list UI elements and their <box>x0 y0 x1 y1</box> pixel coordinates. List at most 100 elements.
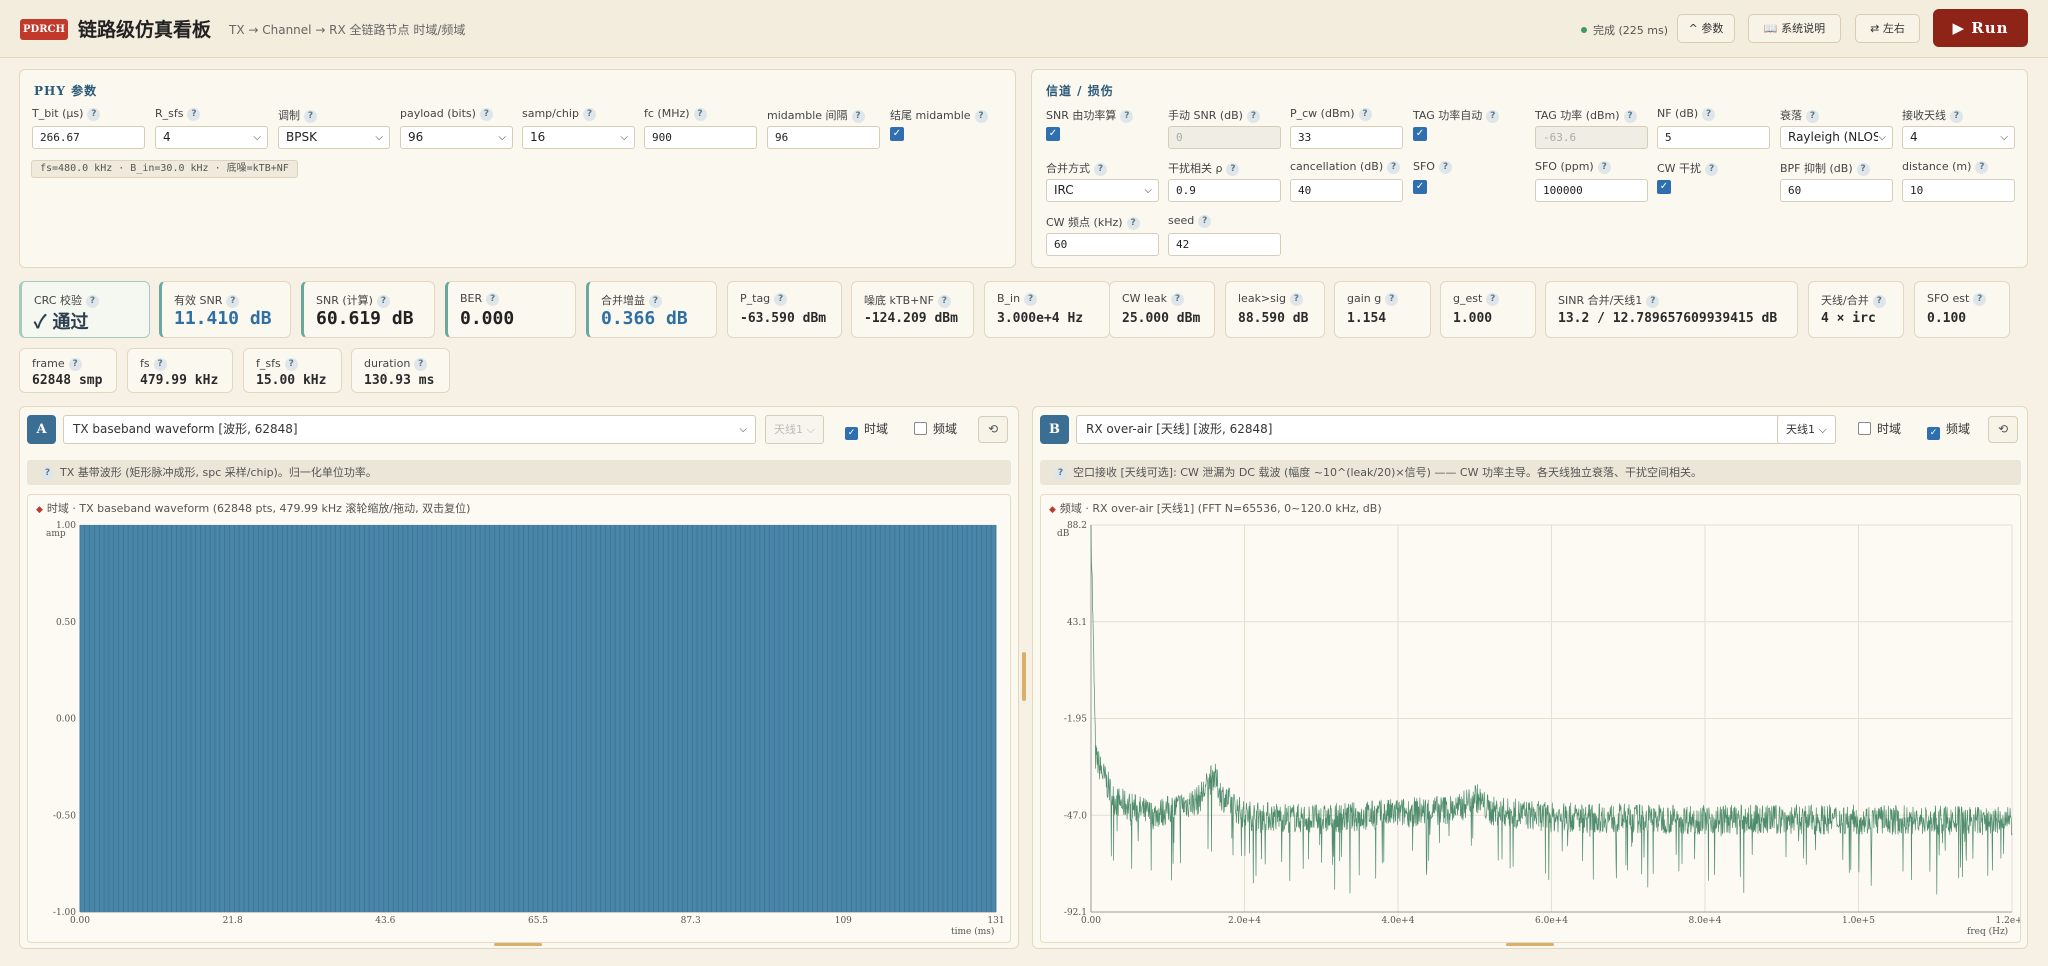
help-icon[interactable]: ? <box>1702 108 1716 121</box>
help-icon[interactable]: ? <box>1872 295 1886 308</box>
metric-label: 天线/合并 <box>1821 294 1869 307</box>
panel-b-resize-handle[interactable] <box>1506 943 1554 946</box>
pcw-input[interactable]: 33 <box>1290 126 1403 149</box>
help-icon[interactable]: ? <box>937 295 951 308</box>
cw-interference-checkbox[interactable]: ✓ <box>1657 180 1671 194</box>
split-resize-handle[interactable] <box>1022 652 1026 701</box>
payload-select[interactable]: 96 ⌵ <box>400 126 513 149</box>
help-icon[interactable]: ? <box>376 295 390 308</box>
help-icon[interactable]: ? <box>1024 293 1038 306</box>
help-icon[interactable]: ? <box>1289 293 1303 306</box>
panel-a-source-select[interactable]: TX baseband waveform [波形, 62848] ⌵ <box>63 415 756 444</box>
tag-power-input[interactable]: -63.6 <box>1535 126 1648 149</box>
help-icon[interactable]: ? <box>187 108 201 121</box>
panel-b-time-toggle[interactable]: 时域 <box>1858 420 1901 437</box>
panel-a-reset-button[interactable]: ⟲ <box>978 416 1008 443</box>
help-icon[interactable]: ? <box>1623 110 1637 123</box>
help-icon[interactable]: ? <box>414 358 428 371</box>
help-icon[interactable]: ? <box>582 108 596 121</box>
help-icon[interactable]: ? <box>1646 295 1660 308</box>
panel-b-freq-toggle[interactable]: ✓ 频域 <box>1927 420 1970 440</box>
panel-b-reset-button[interactable]: ⟲ <box>1988 416 2018 443</box>
seed-input[interactable]: 42 <box>1168 233 1281 256</box>
params-toggle-button[interactable]: ^ 参数 <box>1677 14 1735 43</box>
rx-spectrum-plot[interactable]: 88.243.1-1.95-47.0-92.10.00 2.0e+4 4.0e+4 6… <box>1041 495 2020 942</box>
snr-auto-checkbox[interactable]: ✓ <box>1046 127 1060 141</box>
help-icon[interactable]: ? <box>693 108 707 121</box>
bpf-input[interactable]: 60 <box>1780 179 1893 202</box>
docs-button[interactable]: 📖 系统说明 <box>1748 14 1841 43</box>
help-icon[interactable]: ? <box>974 110 988 123</box>
run-button[interactable]: ▶ Run <box>1933 9 2028 47</box>
help-icon[interactable]: ? <box>1126 217 1140 230</box>
nf-input[interactable]: 5 <box>1657 126 1770 149</box>
app-subtitle: TX → Channel → RX 全链路节点 时域/频域 <box>229 23 466 37</box>
help-icon[interactable]: ? <box>85 295 99 308</box>
panel-b-source-select[interactable]: RX over-air [天线] [波形, 62848]⌵ <box>1076 415 1794 444</box>
help-icon[interactable]: ? <box>1226 163 1240 176</box>
x-tick-label: 109 <box>835 916 852 926</box>
fading-select[interactable]: Rayleigh (NLOS) ⌵ <box>1780 126 1893 149</box>
rx-antenna-select[interactable]: 4 ⌵ <box>1902 126 2015 149</box>
help-icon[interactable]: ? <box>87 108 101 121</box>
payload-value: 96 <box>408 130 424 144</box>
tbit-input[interactable]: 266.67 <box>32 126 145 149</box>
help-icon[interactable]: ? <box>1358 108 1372 121</box>
help-icon[interactable]: ? <box>226 295 240 308</box>
help-icon[interactable]: ? <box>649 295 662 308</box>
panel-b-antenna-select[interactable]: 天线1 ⌵ <box>1777 415 1836 444</box>
help-icon[interactable]: ? <box>1387 161 1401 174</box>
help-icon[interactable]: ? <box>1438 161 1452 174</box>
help-icon[interactable]: ? <box>1198 215 1212 228</box>
help-icon[interactable]: ? <box>153 358 167 371</box>
panel-a-antenna-select[interactable]: 天线1 ⌵ <box>765 415 824 444</box>
midamble-end-field: 结尾 midamble? ✓ <box>890 107 1003 141</box>
fc-input[interactable]: 900 <box>644 126 757 149</box>
help-icon[interactable]: ? <box>1171 293 1184 306</box>
help-icon[interactable]: ? <box>851 110 865 123</box>
help-icon[interactable]: ? <box>1950 110 1963 123</box>
panel-a-chart[interactable]: ◆ 时域 · TX baseband waveform (62848 pts, 4… <box>27 494 1011 943</box>
help-icon[interactable]: ? <box>1486 293 1500 306</box>
help-icon[interactable]: ? <box>1975 161 1989 174</box>
panel-a-resize-handle[interactable] <box>494 943 542 946</box>
panel-b-chart[interactable]: ◆ 频域 · RX over-air [天线1] (FFT N=65536, 0~… <box>1040 494 2021 943</box>
sfo-ppm-input[interactable]: 100000 <box>1535 179 1648 202</box>
nf-field: NF (dB)? 5 <box>1657 107 1770 149</box>
cw-freq-input[interactable]: 60 <box>1046 233 1159 256</box>
sfo-checkbox[interactable]: ✓ <box>1413 180 1427 194</box>
help-icon[interactable]: ? <box>68 358 82 371</box>
cancellation-input[interactable]: 40 <box>1290 179 1403 202</box>
help-icon[interactable]: ? <box>1385 293 1399 306</box>
distance-input[interactable]: 10 <box>1902 179 2015 202</box>
rsfs-select[interactable]: 4 ⌵ <box>155 126 268 149</box>
midamble-end-checkbox[interactable]: ✓ <box>890 127 904 141</box>
modulation-select[interactable]: BPSK ⌵ <box>278 126 390 149</box>
help-icon[interactable]: ? <box>1486 110 1500 123</box>
manual-snr-input[interactable]: 0 <box>1168 126 1281 149</box>
midamble-interval-input[interactable]: 96 <box>767 126 880 149</box>
midamble-interval-label: midamble 间隔 <box>767 109 848 122</box>
help-icon[interactable]: ? <box>1597 161 1611 174</box>
help-icon[interactable]: ? <box>774 293 788 306</box>
help-icon[interactable]: ? <box>1246 110 1260 123</box>
layout-toggle-button[interactable]: ⇄ 左右 <box>1855 14 1920 43</box>
help-icon[interactable]: ? <box>486 293 500 306</box>
help-icon[interactable]: ? <box>1705 163 1719 176</box>
help-icon[interactable]: ? <box>1120 110 1134 123</box>
help-icon[interactable]: ? <box>1973 293 1987 306</box>
help-icon[interactable]: ? <box>1856 163 1870 176</box>
help-icon[interactable]: ? <box>479 108 493 121</box>
panel-a-freq-toggle[interactable]: 频域 <box>914 420 957 437</box>
rho-input[interactable]: 0.9 <box>1168 179 1281 202</box>
help-icon[interactable]: ? <box>1094 163 1107 176</box>
help-icon[interactable]: ? <box>284 358 298 371</box>
combine-select[interactable]: IRC ⌵ <box>1046 179 1159 202</box>
panel-a-source-value: TX baseband waveform [波形, 62848] <box>73 422 298 436</box>
samp-chip-select[interactable]: 16 ⌵ <box>522 126 635 149</box>
help-icon[interactable]: ? <box>304 110 317 123</box>
help-icon[interactable]: ? <box>1806 110 1819 123</box>
tx-waveform-plot[interactable]: 1.000.500.00-0.50-1.000.00 21.8 43.6 65.5 87… <box>28 495 1010 942</box>
tag-auto-checkbox[interactable]: ✓ <box>1413 127 1427 141</box>
panel-a-time-toggle[interactable]: ✓ 时域 <box>845 420 888 440</box>
